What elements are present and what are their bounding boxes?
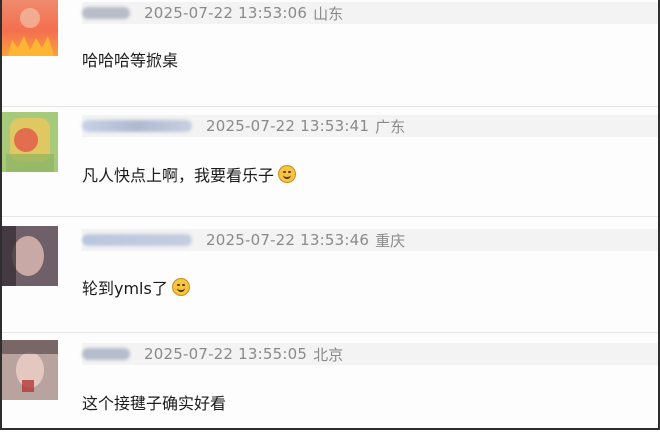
comment-text: 凡人快点上啊，我要看乐子 bbox=[82, 166, 275, 185]
comment-meta: 2025-07-22 13:53:41 广东 bbox=[82, 115, 658, 137]
comment-meta: 2025-07-22 13:55:05 北京 bbox=[82, 343, 658, 365]
comment-item: 2025-07-22 13:53:06 山东 哈哈哈等掀桌 bbox=[2, 0, 658, 100]
comment-item: 2025-07-22 13:53:46 重庆 轮到ymls了 bbox=[2, 226, 658, 336]
comment-meta: 2025-07-22 13:53:46 重庆 bbox=[82, 229, 658, 251]
comment-item: 2025-07-22 13:53:41 广东 凡人快点上啊，我要看乐子 bbox=[2, 112, 658, 222]
comment-location: 北京 bbox=[313, 345, 344, 364]
username-redacted bbox=[82, 348, 130, 360]
avatar-image bbox=[2, 226, 58, 286]
comment-location: 重庆 bbox=[375, 231, 406, 250]
comment-text-row: 轮到ymls了 bbox=[82, 275, 190, 299]
comment-list: 2025-07-22 13:53:06 山东 哈哈哈等掀桌 2025-07-22… bbox=[0, 0, 660, 430]
comment-time: 2025-07-22 13:53:41 bbox=[206, 117, 370, 135]
avatar[interactable] bbox=[2, 112, 58, 172]
comment-time: 2025-07-22 13:53:46 bbox=[206, 231, 370, 249]
comment-text-row: 哈哈哈等掀桌 bbox=[82, 47, 178, 71]
comment-meta: 2025-07-22 13:53:06 山东 bbox=[82, 2, 658, 24]
avatar-image bbox=[2, 340, 58, 400]
username-redacted bbox=[82, 234, 192, 246]
divider bbox=[2, 332, 658, 333]
avatar[interactable] bbox=[2, 340, 58, 400]
comment-text-row: 凡人快点上啊，我要看乐子 bbox=[82, 162, 297, 186]
comment-text: 轮到ymls了 bbox=[82, 279, 168, 298]
avatar-image bbox=[8, 8, 54, 56]
comment-text: 这个接毽子确实好看 bbox=[82, 394, 227, 413]
laugh-emoji-icon bbox=[171, 278, 190, 296]
avatar[interactable] bbox=[2, 226, 58, 286]
divider bbox=[2, 106, 658, 107]
avatar-image bbox=[6, 118, 54, 172]
username-redacted bbox=[82, 7, 130, 19]
comment-item: 2025-07-22 13:55:05 北京 这个接毽子确实好看 bbox=[2, 340, 658, 428]
avatar[interactable] bbox=[2, 0, 58, 56]
comment-time: 2025-07-22 13:55:05 bbox=[144, 345, 308, 363]
comment-time: 2025-07-22 13:53:06 bbox=[144, 4, 308, 22]
comment-location: 广东 bbox=[375, 117, 406, 136]
username-redacted bbox=[82, 120, 192, 132]
comment-text: 哈哈哈等掀桌 bbox=[82, 51, 179, 70]
smile-emoji-icon bbox=[278, 165, 297, 183]
comment-text-row: 这个接毽子确实好看 bbox=[82, 390, 226, 414]
divider bbox=[2, 216, 658, 217]
comment-location: 山东 bbox=[313, 4, 344, 23]
